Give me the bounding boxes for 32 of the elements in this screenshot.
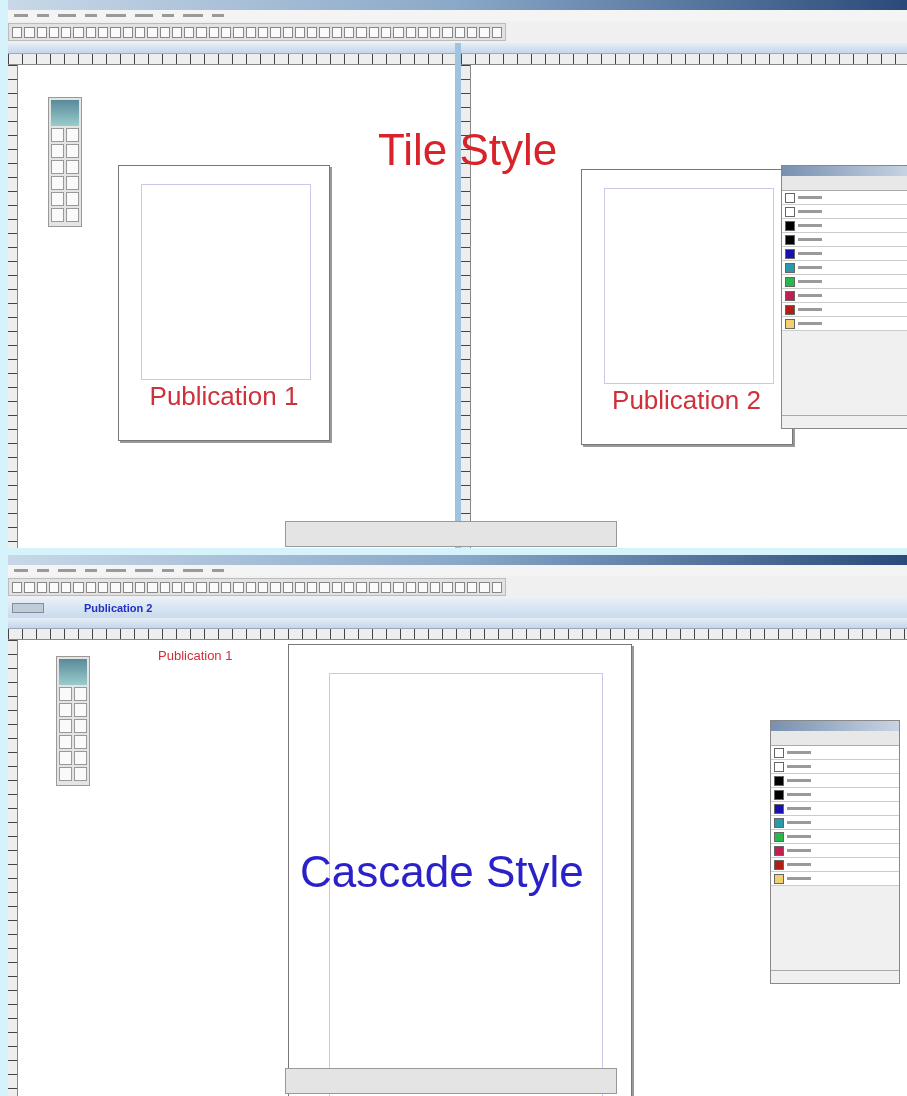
color-swatch[interactable] xyxy=(785,234,795,245)
color-swatch[interactable] xyxy=(785,248,795,259)
color-swatch[interactable] xyxy=(774,873,784,884)
color-swatch[interactable] xyxy=(785,304,795,315)
page-label: Publication 2 xyxy=(612,385,761,416)
color-swatch[interactable] xyxy=(774,817,784,828)
color-swatch[interactable] xyxy=(774,761,784,772)
color-swatch[interactable] xyxy=(774,859,784,870)
page-label: Publication 1 xyxy=(149,381,299,412)
color-swatch[interactable] xyxy=(785,290,795,301)
back-window-bar[interactable]: Publication 2 xyxy=(8,598,907,618)
window-label: Publication 1 xyxy=(158,648,233,663)
annotation-title: Tile Style xyxy=(378,128,558,172)
color-swatch[interactable] xyxy=(774,845,784,856)
toolbox-palette[interactable] xyxy=(48,97,82,227)
color-swatch[interactable] xyxy=(785,206,795,217)
color-swatch[interactable] xyxy=(785,276,795,287)
color-swatch[interactable] xyxy=(785,192,795,203)
color-swatch[interactable] xyxy=(774,831,784,842)
color-swatch[interactable] xyxy=(774,803,784,814)
page-scroll-bar[interactable] xyxy=(285,1068,617,1094)
toolbox-palette[interactable] xyxy=(56,656,90,786)
annotation-title: Cascade Style xyxy=(300,850,584,894)
color-swatch[interactable] xyxy=(774,775,784,786)
window-label: Publication 2 xyxy=(84,602,153,614)
color-swatch[interactable] xyxy=(785,262,795,273)
color-swatch[interactable] xyxy=(785,318,795,329)
color-swatch[interactable] xyxy=(774,789,784,800)
page-scroll-bar[interactable] xyxy=(285,521,617,547)
window-icon xyxy=(12,603,44,613)
color-swatch[interactable] xyxy=(785,220,795,231)
color-swatch[interactable] xyxy=(774,747,784,758)
